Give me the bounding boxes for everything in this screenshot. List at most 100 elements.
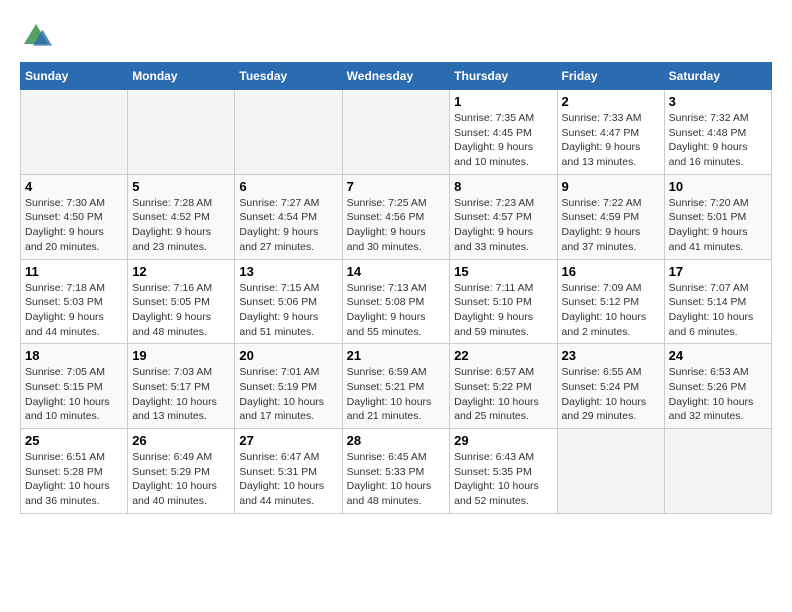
- day-number: 14: [347, 264, 446, 279]
- calendar-cell: 26 Sunrise: 6:49 AM Sunset: 5:29 PM Dayli…: [128, 429, 235, 514]
- calendar-cell: 12 Sunrise: 7:16 AM Sunset: 5:05 PM Dayli…: [128, 259, 235, 344]
- header-cell-sunday: Sunday: [21, 63, 128, 90]
- calendar-cell: 21 Sunrise: 6:59 AM Sunset: 5:21 PM Dayli…: [342, 344, 450, 429]
- day-info: Sunrise: 6:45 AM Sunset: 5:33 PM Dayligh…: [347, 450, 446, 509]
- header-cell-monday: Monday: [128, 63, 235, 90]
- day-info: Sunrise: 7:01 AM Sunset: 5:19 PM Dayligh…: [239, 365, 337, 424]
- calendar-week-3: 11 Sunrise: 7:18 AM Sunset: 5:03 PM Dayli…: [21, 259, 772, 344]
- calendar-cell: 27Sunrise: 6:47 AM Sunset: 5:31 PM Dayli…: [235, 429, 342, 514]
- calendar-cell: [21, 90, 128, 175]
- day-number: 12: [132, 264, 230, 279]
- day-info: Sunrise: 7:22 AM Sunset: 4:59 PM Dayligh…: [562, 196, 660, 255]
- day-info: Sunrise: 6:59 AM Sunset: 5:21 PM Dayligh…: [347, 365, 446, 424]
- day-info: Sunrise: 7:35 AM Sunset: 4:45 PM Dayligh…: [454, 111, 552, 170]
- calendar-cell: 3 Sunrise: 7:32 AM Sunset: 4:48 PM Daylig…: [664, 90, 771, 175]
- day-number: 27: [239, 433, 337, 448]
- day-info: Sunrise: 7:11 AM Sunset: 5:10 PM Dayligh…: [454, 281, 552, 340]
- header-cell-thursday: Thursday: [450, 63, 557, 90]
- calendar-cell: 18 Sunrise: 7:05 AM Sunset: 5:15 PM Dayli…: [21, 344, 128, 429]
- calendar-cell: 7 Sunrise: 7:25 AM Sunset: 4:56 PM Daylig…: [342, 174, 450, 259]
- day-info: Sunrise: 7:15 AM Sunset: 5:06 PM Dayligh…: [239, 281, 337, 340]
- calendar-cell: 1 Sunrise: 7:35 AM Sunset: 4:45 PM Daylig…: [450, 90, 557, 175]
- day-number: 7: [347, 179, 446, 194]
- calendar-cell: [557, 429, 664, 514]
- day-info: Sunrise: 6:53 AM Sunset: 5:26 PM Dayligh…: [669, 365, 767, 424]
- logo-icon: [20, 20, 52, 52]
- calendar-week-4: 18 Sunrise: 7:05 AM Sunset: 5:15 PM Dayli…: [21, 344, 772, 429]
- day-number: 25: [25, 433, 123, 448]
- day-number: 3: [669, 94, 767, 109]
- day-info: Sunrise: 6:57 AM Sunset: 5:22 PM Dayligh…: [454, 365, 552, 424]
- calendar-cell: 11 Sunrise: 7:18 AM Sunset: 5:03 PM Dayli…: [21, 259, 128, 344]
- logo: [20, 20, 56, 52]
- calendar-cell: [664, 429, 771, 514]
- day-info: Sunrise: 7:18 AM Sunset: 5:03 PM Dayligh…: [25, 281, 123, 340]
- calendar-cell: 5 Sunrise: 7:28 AM Sunset: 4:52 PM Daylig…: [128, 174, 235, 259]
- calendar-cell: 8 Sunrise: 7:23 AM Sunset: 4:57 PM Daylig…: [450, 174, 557, 259]
- day-number: 9: [562, 179, 660, 194]
- day-number: 29: [454, 433, 552, 448]
- calendar-cell: 13 Sunrise: 7:15 AM Sunset: 5:06 PM Dayli…: [235, 259, 342, 344]
- calendar-cell: 19Sunrise: 7:03 AM Sunset: 5:17 PM Dayli…: [128, 344, 235, 429]
- calendar-week-2: 4Sunrise: 7:30 AM Sunset: 4:50 PM Daylig…: [21, 174, 772, 259]
- day-number: 10: [669, 179, 767, 194]
- day-number: 15: [454, 264, 552, 279]
- calendar-cell: 6Sunrise: 7:27 AM Sunset: 4:54 PM Daylig…: [235, 174, 342, 259]
- header-cell-wednesday: Wednesday: [342, 63, 450, 90]
- day-info: Sunrise: 6:43 AM Sunset: 5:35 PM Dayligh…: [454, 450, 552, 509]
- calendar-cell: [342, 90, 450, 175]
- calendar-cell: 2 Sunrise: 7:33 AM Sunset: 4:47 PM Daylig…: [557, 90, 664, 175]
- calendar-cell: 10 Sunrise: 7:20 AM Sunset: 5:01 PM Dayli…: [664, 174, 771, 259]
- day-info: Sunrise: 7:30 AM Sunset: 4:50 PM Dayligh…: [25, 196, 123, 255]
- day-number: 20: [239, 348, 337, 363]
- day-number: 13: [239, 264, 337, 279]
- day-info: Sunrise: 6:49 AM Sunset: 5:29 PM Dayligh…: [132, 450, 230, 509]
- header-cell-friday: Friday: [557, 63, 664, 90]
- day-info: Sunrise: 7:05 AM Sunset: 5:15 PM Dayligh…: [25, 365, 123, 424]
- day-number: 28: [347, 433, 446, 448]
- calendar-cell: 15 Sunrise: 7:11 AM Sunset: 5:10 PM Dayli…: [450, 259, 557, 344]
- calendar-cell: 20 Sunrise: 7:01 AM Sunset: 5:19 PM Dayli…: [235, 344, 342, 429]
- day-info: Sunrise: 7:16 AM Sunset: 5:05 PM Dayligh…: [132, 281, 230, 340]
- day-info: Sunrise: 7:20 AM Sunset: 5:01 PM Dayligh…: [669, 196, 767, 255]
- day-number: 1: [454, 94, 552, 109]
- calendar-cell: 25 Sunrise: 6:51 AM Sunset: 5:28 PM Dayli…: [21, 429, 128, 514]
- calendar-header: SundayMondayTuesdayWednesdayThursdayFrid…: [21, 63, 772, 90]
- day-number: 5: [132, 179, 230, 194]
- header-row: SundayMondayTuesdayWednesdayThursdayFrid…: [21, 63, 772, 90]
- day-number: 11: [25, 264, 123, 279]
- day-number: 18: [25, 348, 123, 363]
- calendar-cell: 24 Sunrise: 6:53 AM Sunset: 5:26 PM Dayli…: [664, 344, 771, 429]
- day-number: 22: [454, 348, 552, 363]
- day-number: 8: [454, 179, 552, 194]
- day-number: 21: [347, 348, 446, 363]
- day-number: 16: [562, 264, 660, 279]
- page-header: [20, 20, 772, 52]
- header-cell-saturday: Saturday: [664, 63, 771, 90]
- day-number: 2: [562, 94, 660, 109]
- day-number: 23: [562, 348, 660, 363]
- day-number: 24: [669, 348, 767, 363]
- day-info: Sunrise: 7:09 AM Sunset: 5:12 PM Dayligh…: [562, 281, 660, 340]
- day-info: Sunrise: 7:25 AM Sunset: 4:56 PM Dayligh…: [347, 196, 446, 255]
- day-number: 26: [132, 433, 230, 448]
- day-info: Sunrise: 7:23 AM Sunset: 4:57 PM Dayligh…: [454, 196, 552, 255]
- day-number: 17: [669, 264, 767, 279]
- day-info: Sunrise: 7:07 AM Sunset: 5:14 PM Dayligh…: [669, 281, 767, 340]
- calendar-cell: 16 Sunrise: 7:09 AM Sunset: 5:12 PM Dayli…: [557, 259, 664, 344]
- day-number: 6: [239, 179, 337, 194]
- day-info: Sunrise: 7:33 AM Sunset: 4:47 PM Dayligh…: [562, 111, 660, 170]
- day-info: Sunrise: 7:13 AM Sunset: 5:08 PM Dayligh…: [347, 281, 446, 340]
- day-info: Sunrise: 6:55 AM Sunset: 5:24 PM Dayligh…: [562, 365, 660, 424]
- calendar-cell: 23 Sunrise: 6:55 AM Sunset: 5:24 PM Dayli…: [557, 344, 664, 429]
- calendar-cell: 29 Sunrise: 6:43 AM Sunset: 5:35 PM Dayli…: [450, 429, 557, 514]
- day-info: Sunrise: 7:03 AM Sunset: 5:17 PM Dayligh…: [132, 365, 230, 424]
- day-info: Sunrise: 7:32 AM Sunset: 4:48 PM Dayligh…: [669, 111, 767, 170]
- calendar-table: SundayMondayTuesdayWednesdayThursdayFrid…: [20, 62, 772, 514]
- calendar-cell: 14 Sunrise: 7:13 AM Sunset: 5:08 PM Dayli…: [342, 259, 450, 344]
- calendar-cell: 28 Sunrise: 6:45 AM Sunset: 5:33 PM Dayli…: [342, 429, 450, 514]
- calendar-cell: 22 Sunrise: 6:57 AM Sunset: 5:22 PM Dayli…: [450, 344, 557, 429]
- calendar-cell: [128, 90, 235, 175]
- day-info: Sunrise: 6:51 AM Sunset: 5:28 PM Dayligh…: [25, 450, 123, 509]
- day-info: Sunrise: 7:28 AM Sunset: 4:52 PM Dayligh…: [132, 196, 230, 255]
